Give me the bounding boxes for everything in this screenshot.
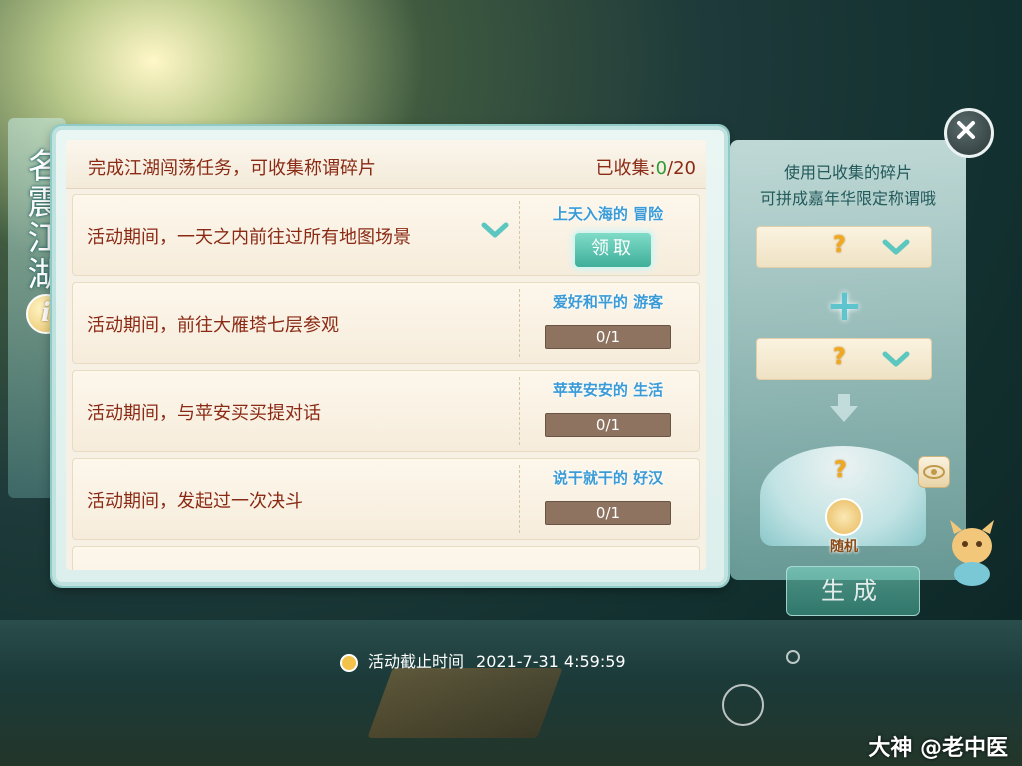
mascot-character [950,520,994,586]
collected-label: 已收集: [595,158,656,179]
task-row-partial [72,546,700,570]
eye-icon [923,465,945,479]
close-button[interactable] [944,108,994,158]
bubble [722,684,764,726]
chevron-down-icon [882,351,910,367]
fragment-select-2[interactable]: ? [756,338,932,380]
reward-title: 说干就干的 好汉 [552,469,664,487]
task-text: 活动期间，一天之内前往过所有地图场景 [87,227,411,248]
deadline-label: 活动截止时间 [368,652,465,671]
chevron-down-icon[interactable] [481,219,509,243]
plus-icon: + [826,280,863,331]
question-mark-icon: ? [833,233,846,258]
question-mark-icon: ? [833,345,846,370]
compose-hint-line2: 可拼成嘉年华限定称谓哦 [759,189,936,208]
task-text: 活动期间，与苹安买买提对话 [87,403,321,424]
bubble [786,650,800,664]
preview-eye-button[interactable] [918,456,950,488]
task-progress: 0/1 [545,413,671,437]
task-text: 活动期间，发起过一次决斗 [87,491,303,512]
generate-button[interactable]: 生成 [786,566,920,616]
task-row: 活动期间，前往大雁塔七层参观 爱好和平的 游客 0/1 [72,282,700,364]
watermark: 大神 @老中医 [868,736,1008,761]
compose-hint: 使用已收集的碎片 可拼成嘉年华限定称谓哦 [730,160,966,212]
task-progress: 0/1 [545,325,671,349]
wooden-deck [367,668,563,738]
collected-count: 0 [655,158,668,179]
deadline-info: 活动截止时间 2021-7-31 4:59:59 [340,648,626,672]
row-divider [519,289,520,357]
deadline-value: 2021-7-31 4:59:59 [476,652,626,671]
result-question-icon: ? [834,458,847,483]
collected-counter: 已收集:0/20 [596,154,697,180]
fragment-select-1[interactable]: ? [756,226,932,268]
task-progress: 0/1 [545,501,671,525]
task-row: 活动期间，与苹安买买提对话 苹苹安安的 生活 0/1 [72,370,700,452]
close-icon [957,121,975,139]
claim-button[interactable]: 领取 [573,231,653,269]
row-divider [519,465,520,533]
row-divider [519,377,520,445]
task-panel: 完成江湖闯荡任务，可收集称谓碎片 已收集:0/20 活动期间，一天之内前往过所有… [66,140,706,570]
compose-hint-line1: 使用已收集的碎片 [783,163,912,182]
task-header-title: 完成江湖闯荡任务，可收集称谓碎片 [88,158,376,179]
reward-title: 上天入海的 冒险 [552,205,664,223]
random-button[interactable]: 随机 [822,498,866,556]
reward-title: 苹苹安安的 生活 [552,381,664,399]
reward-title: 爱好和平的 游客 [552,293,664,311]
task-text: 活动期间，前往大雁塔七层参观 [87,315,339,336]
clock-icon [340,653,358,672]
collected-total: /20 [667,158,696,179]
task-row: 活动期间，发起过一次决斗 说干就干的 好汉 0/1 [72,458,700,540]
task-row: 活动期间，一天之内前往过所有地图场景 上天入海的 冒险 领取 [72,194,700,276]
chevron-down-icon [882,239,910,255]
row-divider [519,201,520,269]
shuffle-icon [825,498,863,536]
random-label: 随机 [830,539,858,555]
arrow-down-icon [830,394,858,422]
task-header: 完成江湖闯荡任务，可收集称谓碎片 已收集:0/20 [66,140,706,189]
